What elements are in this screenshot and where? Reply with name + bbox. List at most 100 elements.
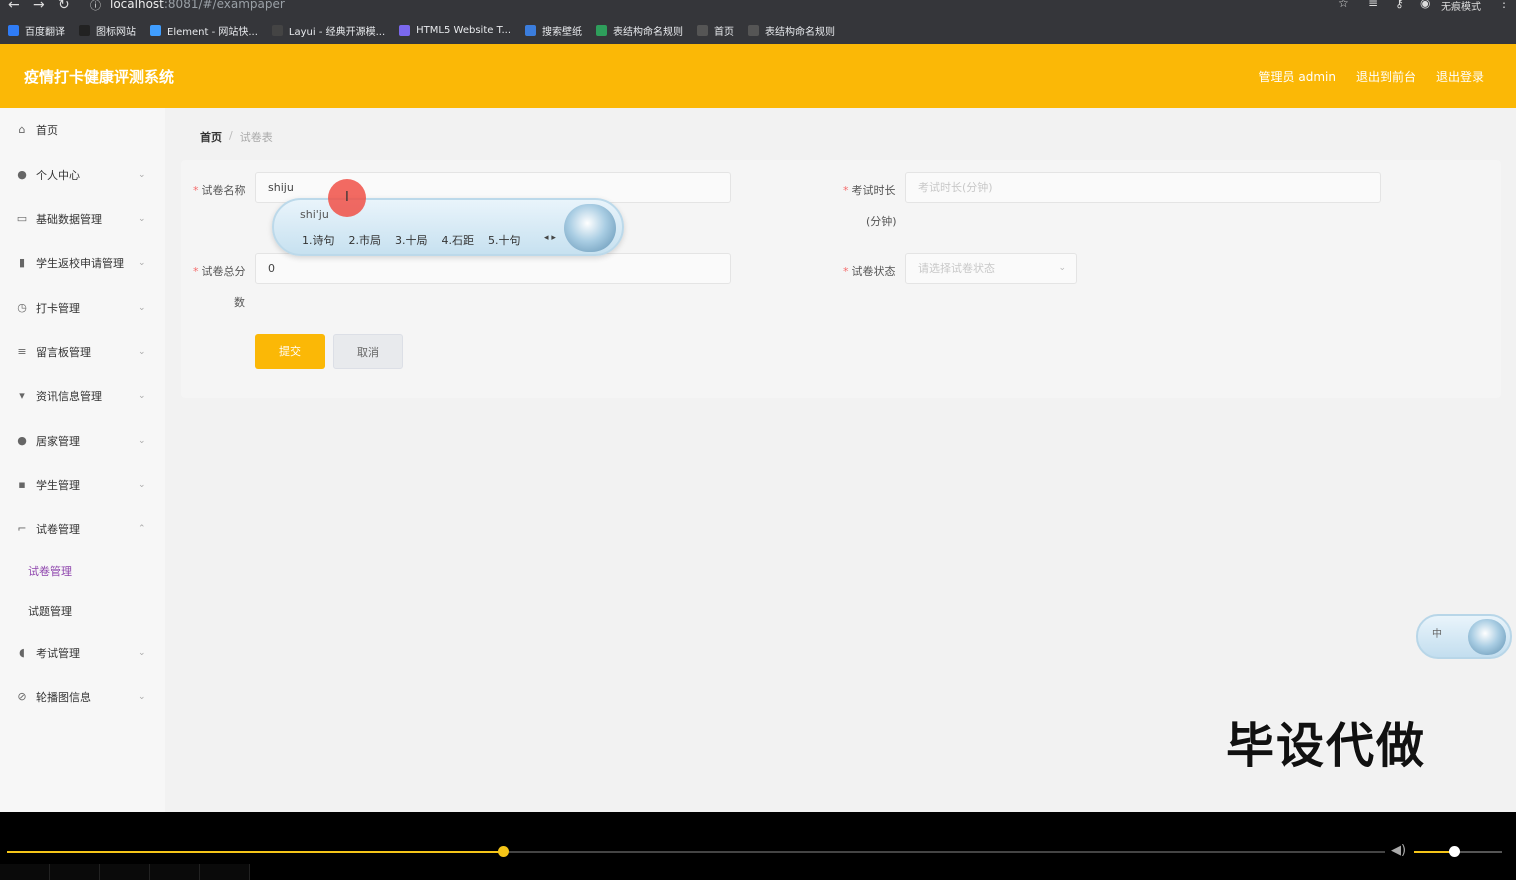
thumb-icon: ▪ — [18, 478, 26, 491]
sidebar-item[interactable]: ◷ 打卡管理 ⌄ — [0, 293, 165, 323]
status-select[interactable]: 请选择试卷状态 ⌄ — [905, 253, 1077, 284]
cancel-button[interactable]: 取消 — [333, 334, 403, 369]
app-title: 疫情打卡健康评测系统 — [24, 68, 175, 86]
url-host: localhost — [110, 0, 164, 11]
paper-name-label: * 试卷名称 — [193, 184, 246, 197]
back-to-front-link[interactable]: 退出到前台 — [1356, 68, 1416, 85]
sidebar-item-label: 资讯信息管理 — [36, 390, 102, 403]
ime-candidate[interactable]: 2.市局 — [349, 232, 382, 248]
logout-link[interactable]: 退出登录 — [1436, 68, 1484, 85]
address-bar[interactable]: localhost:8081/#/exampaper — [110, 0, 285, 11]
bookmark-label: 图标网站 — [96, 26, 136, 38]
exam-duration-label: * 考试时长 — [843, 184, 896, 197]
sidebar-item[interactable]: ▭ 基础数据管理 ⌄ — [0, 204, 165, 234]
sidebar-item[interactable]: ⌂ 首页 — [0, 115, 165, 145]
volume-handle[interactable] — [1448, 846, 1460, 857]
chevron-down-icon: ⌄ — [138, 214, 146, 224]
sidebar-item[interactable]: ≡ 留言板管理 ⌄ — [0, 337, 165, 367]
submit-button[interactable]: 提交 — [255, 334, 325, 369]
bookmark-item[interactable]: Element - 网站快... — [150, 23, 258, 38]
browser-toolbar: ← → ↻ ⓘ localhost:8081/#/exampaper ☆ ≡ ⚷… — [0, 0, 1516, 44]
bookmark-item[interactable]: 百度翻译 — [8, 23, 65, 38]
crop-icon: ⌐ — [17, 522, 27, 535]
chevron-down-icon: ⌄ — [138, 391, 146, 401]
submenu-item-exampaper[interactable]: 试卷管理 — [28, 563, 72, 579]
ime-skin-icon — [1468, 619, 1506, 655]
bookmark-label: 搜索壁纸 — [542, 26, 583, 38]
sidebar-item[interactable]: ▪ 学生管理 ⌄ — [0, 470, 165, 500]
chevron-down-icon: ⌄ — [1058, 263, 1066, 273]
status-placeholder: 请选择试卷状态 — [918, 262, 995, 275]
breadcrumb-home[interactable]: 首页 — [200, 129, 222, 145]
menu-dots-icon[interactable]: ⋮ — [1498, 0, 1510, 10]
sidebar: 试卷管理 试题管理 ⌂ 首页 ● 个人中心 ⌄ ▭ 基础数据管理 ⌄ ▮ 学生返校申请管理 ⌄ ◷ 打卡… — [0, 108, 165, 812]
progress-fill — [7, 851, 504, 853]
bookmark-item[interactable]: 表结构命名规则 — [596, 23, 683, 38]
progress-handle[interactable] — [498, 846, 510, 857]
info-icon[interactable]: ⓘ — [90, 0, 101, 13]
bookmark-icon — [150, 24, 161, 36]
user-icon: ● — [17, 434, 27, 447]
exam-duration-input[interactable]: 考试时长(分钟) — [905, 172, 1381, 203]
bookmark-item[interactable]: 搜索壁纸 — [525, 23, 582, 38]
admin-link[interactable]: 管理员 admin — [1259, 68, 1336, 85]
sidebar-item[interactable]: ● 居家管理 ⌄ — [0, 426, 165, 456]
ime-candidate[interactable]: 5.十句 — [488, 232, 521, 248]
ime-candidate[interactable]: 1.诗句 — [302, 232, 335, 248]
ime-candidates: 1.诗句 2.市局 3.十局 4.石距 5.十句 — [302, 232, 535, 248]
bookmark-item[interactable]: 表结构命名规则 — [748, 23, 835, 38]
ime-candidate[interactable]: 3.十局 — [395, 232, 428, 248]
sidebar-item[interactable]: ⊘ 轮播图信息 ⌄ — [0, 682, 165, 712]
volume-icon[interactable]: ◀) — [1391, 843, 1406, 858]
bookmark-item[interactable]: HTML5 Website T... — [399, 24, 511, 36]
chevron-down-icon: ⌄ — [138, 480, 146, 490]
chevron-down-icon: ⌄ — [138, 347, 146, 357]
star-icon[interactable]: ☆ — [1338, 0, 1349, 10]
control-button[interactable] — [100, 864, 150, 880]
bookmark-label: Layui - 经典开源模... — [288, 26, 386, 38]
sidebar-item-label: 打卡管理 — [36, 302, 80, 315]
total-score-input[interactable]: 0 — [255, 253, 731, 284]
control-button[interactable] — [50, 864, 100, 880]
progress-bar[interactable] — [7, 846, 1385, 857]
sliders-icon: ≡ — [17, 345, 27, 358]
control-button[interactable] — [150, 864, 200, 880]
sidebar-item-label: 试卷管理 — [36, 523, 80, 536]
control-button[interactable] — [200, 864, 250, 880]
sidebar-item[interactable]: ◖ 考试管理 ⌄ — [0, 638, 165, 668]
sidebar-item[interactable]: ▮ 学生返校申请管理 ⌄ — [0, 248, 165, 278]
reload-icon[interactable]: ↻ — [58, 0, 70, 13]
profile-label[interactable]: 无痕模式 — [1441, 0, 1481, 13]
sidebar-item-label: 留言板管理 — [36, 346, 91, 359]
media-icon[interactable]: ≡ — [1368, 0, 1378, 10]
sidebar-item[interactable]: ▾ 资讯信息管理 ⌄ — [0, 381, 165, 411]
screen: ← → ↻ ⓘ localhost:8081/#/exampaper ☆ ≡ ⚷… — [0, 0, 1516, 880]
submenu-item-questions[interactable]: 试题管理 — [28, 603, 72, 619]
bookmark-item[interactable]: 首页 — [697, 23, 734, 38]
key-icon[interactable]: ⚷ — [1395, 0, 1404, 10]
mic-icon: ◖ — [19, 646, 25, 659]
sidebar-item-label: 轮播图信息 — [36, 691, 91, 704]
bookmark-icon — [525, 24, 537, 36]
text-cursor-icon: I — [345, 190, 349, 205]
bookmark-icon — [596, 24, 608, 36]
page-arrows-icon[interactable]: ◂ ▸ — [544, 233, 556, 243]
sidebar-item[interactable]: ⌐ 试卷管理 ⌃ — [0, 514, 165, 544]
chevron-up-icon: ⌃ — [138, 524, 146, 534]
url-path: :8081/#/exampaper — [163, 0, 285, 11]
incognito-icon[interactable]: ◉ — [1420, 0, 1430, 10]
volume-slider[interactable] — [1414, 846, 1502, 857]
ime-skin-icon — [564, 204, 616, 252]
bookmark-label: 表结构命名规则 — [765, 26, 836, 38]
bookmark-item[interactable]: Layui - 经典开源模... — [271, 23, 386, 38]
forward-icon[interactable]: → — [33, 0, 45, 13]
bookmark-icon — [748, 24, 760, 36]
back-icon[interactable]: ← — [8, 0, 20, 13]
ime-status-widget[interactable]: 中 — [1416, 614, 1512, 659]
sidebar-item[interactable]: ● 个人中心 ⌄ — [0, 160, 165, 190]
bookmark-item[interactable]: 图标网站 — [79, 23, 136, 38]
bar-chart-icon: ▮ — [18, 256, 26, 269]
bookmarks-bar: 百度翻译 图标网站 Element - 网站快... Layui - 经典开源模...… — [0, 19, 1516, 41]
ime-candidate[interactable]: 4.石距 — [442, 232, 475, 248]
control-button[interactable] — [0, 864, 50, 880]
